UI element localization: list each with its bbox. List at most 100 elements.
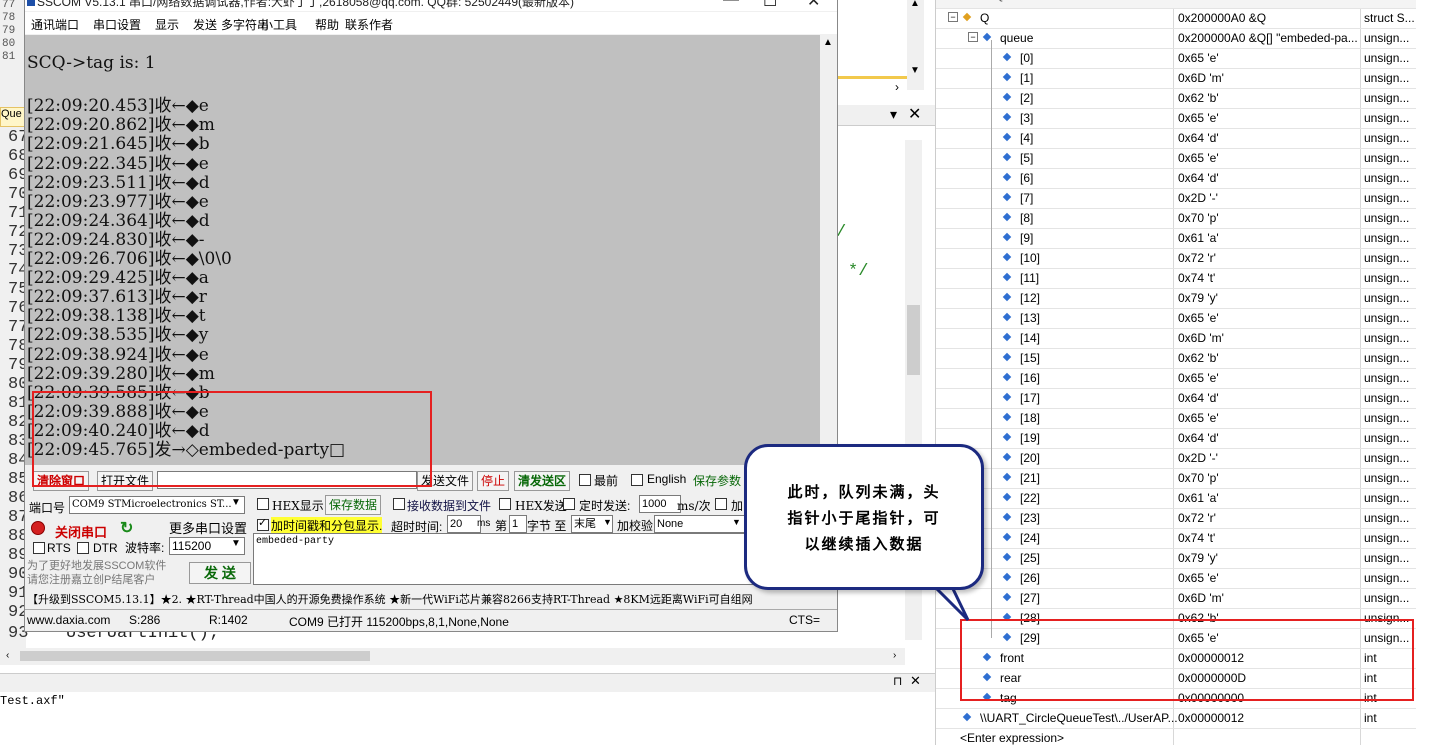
watch-row[interactable]: [24] 0x74 't' unsign... [936, 528, 1416, 549]
editor-scroll-thumb[interactable] [907, 305, 920, 375]
watch-value[interactable]: 0x65 'e' [1178, 151, 1219, 165]
collapse-icon[interactable]: − [948, 12, 958, 22]
dropdown-arrow-icon[interactable]: ▾ [890, 106, 897, 123]
watch-row[interactable]: [5] 0x65 'e' unsign... [936, 148, 1416, 169]
watch-row[interactable]: [6] 0x64 'd' unsign... [936, 168, 1416, 189]
scroll-up-icon[interactable]: ▲ [910, 0, 920, 9]
watch-row[interactable]: [2] 0x62 'b' unsign... [936, 88, 1416, 109]
pin-icon[interactable]: ⊓ [893, 674, 902, 688]
watch-row[interactable]: [0] 0x65 'e' unsign... [936, 48, 1416, 69]
close-icon[interactable]: ✕ [908, 104, 921, 124]
scroll-right-icon[interactable]: › [895, 80, 899, 94]
scroll-left-icon[interactable]: ‹ [6, 650, 9, 661]
receive-scrollbar[interactable] [820, 35, 836, 465]
add-checkbox[interactable] [715, 498, 727, 510]
scroll-down-icon[interactable]: ▼ [910, 65, 920, 76]
watch-value[interactable]: 0x65 'e' [1178, 111, 1219, 125]
save-data-button[interactable]: 保存数据 [325, 495, 382, 515]
watch-row[interactable]: [17] 0x64 'd' unsign... [936, 388, 1416, 409]
watch-row[interactable]: [7] 0x2D '-' unsign... [936, 188, 1416, 209]
watch-value[interactable]: 0x64 'd' [1178, 431, 1219, 445]
maximize-icon[interactable]: ☐ [763, 0, 777, 11]
watch-value[interactable]: 0x61 'a' [1178, 231, 1219, 245]
chevron-down-icon[interactable]: ▼ [231, 538, 241, 549]
more-settings-button[interactable]: 更多串口设置 [169, 518, 247, 537]
scroll-up-icon[interactable]: ▲ [823, 37, 833, 48]
editor-hscroll-thumb[interactable] [20, 651, 370, 661]
watch-value[interactable]: 0x74 't' [1178, 531, 1215, 545]
watch-value[interactable]: 0x72 'r' [1178, 251, 1216, 265]
watch-row[interactable]: \\UART_CircleQueueTest\../UserAP... 0x000… [936, 708, 1416, 729]
watch-row[interactable]: [16] 0x65 'e' unsign... [936, 368, 1416, 389]
watch-row[interactable]: − Q 0x200000A0 &Q struct S... [936, 8, 1416, 29]
watch-value[interactable]: 0x61 'a' [1178, 491, 1219, 505]
stop-button[interactable]: 停止 [477, 471, 510, 491]
watch-row[interactable]: [19] 0x64 'd' unsign... [936, 428, 1416, 449]
close-icon[interactable]: ✕ [910, 673, 921, 689]
english-checkbox[interactable] [631, 474, 643, 486]
watch-value[interactable]: 0x65 'e' [1178, 411, 1219, 425]
chevron-down-icon[interactable]: ▼ [603, 517, 612, 527]
timeout-input[interactable]: 20 [447, 515, 481, 533]
menu-item[interactable]: 帮助 [315, 16, 339, 33]
close-icon[interactable]: ✕ [807, 0, 820, 11]
watch-value[interactable]: 0x00000012 [1178, 711, 1244, 725]
send-button[interactable]: 发 送 [189, 562, 251, 584]
refresh-icon[interactable]: ↻ [120, 518, 133, 538]
watch-row[interactable]: [12] 0x79 'y' unsign... [936, 288, 1416, 309]
watch-value[interactable]: 0x65 'e' [1178, 571, 1219, 585]
hex-display-checkbox[interactable] [257, 498, 269, 510]
watch-value[interactable]: 0x64 'd' [1178, 131, 1219, 145]
save-params-button[interactable]: 保存参数 [693, 472, 741, 489]
watch-row[interactable]: − queue 0x200000A0 &Q[] "embeded-pa... unsi… [936, 28, 1416, 49]
watch-row[interactable]: [20] 0x2D '-' unsign... [936, 448, 1416, 469]
close-port-button[interactable]: 关闭串口 [55, 522, 107, 541]
status-site-link[interactable]: www.daxia.com [27, 613, 110, 627]
watch-value[interactable]: 0x62 'b' [1178, 351, 1219, 365]
scroll-right-icon[interactable]: › [893, 650, 896, 661]
watch-value[interactable]: 0x6D 'm' [1178, 591, 1224, 605]
menu-item[interactable]: 小工具 [261, 16, 297, 33]
watch-row[interactable]: [11] 0x74 't' unsign... [936, 268, 1416, 289]
chevron-down-icon[interactable]: ▼ [732, 517, 741, 527]
chevron-down-icon[interactable]: ▼ [231, 497, 241, 508]
watch-row[interactable]: [21] 0x70 'p' unsign... [936, 468, 1416, 489]
watch-row[interactable]: [3] 0x65 'e' unsign... [936, 108, 1416, 129]
watch-row[interactable]: [1] 0x6D 'm' unsign... [936, 68, 1416, 89]
watch-value[interactable]: 0x65 'e' [1178, 311, 1219, 325]
watch-value[interactable]: 0x70 'p' [1178, 471, 1219, 485]
interval-input[interactable]: 1000 [639, 495, 681, 513]
menu-item[interactable]: 联系作者 [345, 16, 393, 33]
watch-row[interactable]: [13] 0x65 'e' unsign... [936, 308, 1416, 329]
watch-value[interactable]: 0x2D '-' [1178, 191, 1218, 205]
watch-value[interactable]: 0x74 't' [1178, 271, 1215, 285]
recv-to-file-checkbox[interactable] [393, 498, 405, 510]
watch-value[interactable]: 0x6D 'm' [1178, 71, 1224, 85]
watch-row[interactable]: [14] 0x6D 'm' unsign... [936, 328, 1416, 349]
watch-value[interactable]: 0x6D 'm' [1178, 331, 1224, 345]
editor-vertical-scrollbar-top[interactable] [907, 0, 924, 90]
watch-row[interactable]: [10] 0x72 'r' unsign... [936, 248, 1416, 269]
watch-value[interactable]: 0x72 'r' [1178, 511, 1216, 525]
page-input[interactable]: 1 [509, 515, 527, 533]
watch-row[interactable]: [4] 0x64 'd' unsign... [936, 128, 1416, 149]
watch-row[interactable]: [15] 0x62 'b' unsign... [936, 348, 1416, 369]
watch-row[interactable]: [27] 0x6D 'm' unsign... [936, 588, 1416, 609]
watch-value[interactable]: 0x200000A0 &Q [1178, 11, 1266, 25]
watch-row[interactable]: [8] 0x70 'p' unsign... [936, 208, 1416, 229]
menu-item[interactable]: 串口设置 [93, 16, 141, 33]
watch-value[interactable]: 0x2D '-' [1178, 451, 1218, 465]
watch-value[interactable]: 0x64 'd' [1178, 171, 1219, 185]
timestamp-checkbox[interactable] [257, 516, 269, 531]
watch-row[interactable]: [9] 0x61 'a' unsign... [936, 228, 1416, 249]
watch-value[interactable]: 0x200000A0 &Q[] "embeded-pa... [1178, 31, 1358, 45]
menu-item[interactable]: 通讯端口 [31, 16, 79, 33]
watch-value[interactable]: 0x79 'y' [1178, 551, 1218, 565]
watch-value[interactable]: 0x65 'e' [1178, 371, 1219, 385]
timed-send-checkbox[interactable] [563, 498, 575, 510]
menu-item[interactable]: 发送 [193, 16, 217, 33]
dtr-checkbox[interactable] [77, 542, 89, 554]
watch-value[interactable]: 0x79 'y' [1178, 291, 1218, 305]
watch-value[interactable]: 0x64 'd' [1178, 391, 1219, 405]
port-select[interactable]: COM9 STMicroelectronics ST... [69, 496, 245, 514]
